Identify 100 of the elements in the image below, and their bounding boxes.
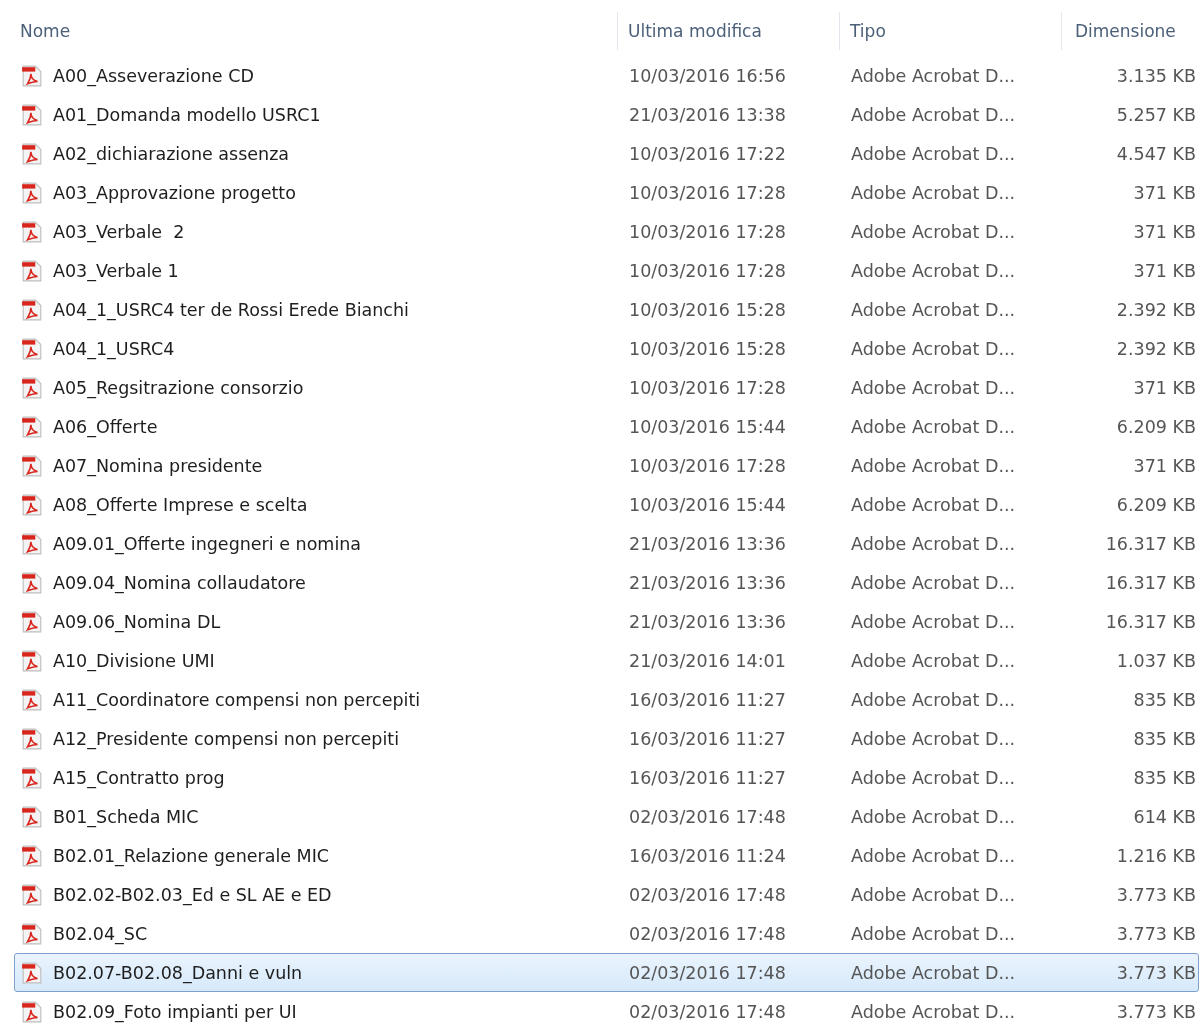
file-size: 371 KB bbox=[1133, 377, 1196, 398]
file-name: B02.04_SC bbox=[53, 923, 148, 944]
file-row[interactable]: A07_Nomina presidente 10/03/2016 17:28 Adobe Acrobat D... 371 KB bbox=[14, 446, 1199, 485]
file-type: Adobe Acrobat D... bbox=[851, 923, 1016, 944]
modified-date: 10/03/2016 17:28 bbox=[629, 260, 786, 281]
file-row[interactable]: A04_1_USRC4 ter de Rossi Erede Bianchi 10/03/2016 15:28 Adobe Acrobat D... 2.392 KB bbox=[14, 290, 1199, 329]
pdf-file-icon bbox=[21, 610, 43, 633]
file-row[interactable]: A10_Divisione UMI 21/03/2016 14:01 Adobe Acrobat D... 1.037 KB bbox=[14, 641, 1199, 680]
modified-date: 10/03/2016 17:28 bbox=[629, 221, 786, 242]
file-size: 2.392 KB bbox=[1116, 338, 1196, 359]
file-size: 6.209 KB bbox=[1116, 416, 1196, 437]
file-row[interactable]: A11_Coordinatore compensi non percepiti 16/03/2016 11:27 Adobe Acrobat D... 835 KB bbox=[14, 680, 1199, 719]
file-row[interactable]: B02.01_Relazione generale MIC 16/03/2016 11:24 Adobe Acrobat D... 1.216 KB bbox=[14, 836, 1199, 875]
file-size: 3.773 KB bbox=[1116, 1001, 1196, 1022]
pdf-file-icon bbox=[21, 727, 43, 750]
file-row[interactable]: A01_Domanda modello USRC1 21/03/2016 13:38 Adobe Acrobat D... 5.257 KB bbox=[14, 95, 1199, 134]
file-name: A09.01_Offerte ingegneri e nomina bbox=[53, 533, 362, 554]
file-row[interactable]: A00_Asseverazione CD 10/03/2016 16:56 Adobe Acrobat D... 3.135 KB bbox=[14, 56, 1199, 95]
file-row[interactable]: A06_Offerte 10/03/2016 15:44 Adobe Acrobat D... 6.209 KB bbox=[14, 407, 1199, 446]
modified-date: 10/03/2016 15:28 bbox=[629, 338, 786, 359]
pdf-file-icon bbox=[21, 844, 43, 867]
modified-date: 02/03/2016 17:48 bbox=[629, 806, 786, 827]
modified-date: 10/03/2016 15:44 bbox=[629, 494, 786, 515]
file-row[interactable]: A05_Regsitrazione consorzio 10/03/2016 17:28 Adobe Acrobat D... 371 KB bbox=[14, 368, 1199, 407]
file-name: A05_Regsitrazione consorzio bbox=[53, 377, 304, 398]
file-type: Adobe Acrobat D... bbox=[851, 767, 1016, 788]
pdf-file-icon bbox=[21, 298, 43, 321]
file-size: 614 KB bbox=[1133, 806, 1196, 827]
modified-date: 10/03/2016 17:22 bbox=[629, 143, 786, 164]
modified-date: 10/03/2016 17:28 bbox=[629, 377, 786, 398]
file-type: Adobe Acrobat D... bbox=[851, 182, 1016, 203]
modified-date: 02/03/2016 17:48 bbox=[629, 962, 786, 983]
pdf-file-icon bbox=[21, 571, 43, 594]
file-name: A12_Presidente compensi non percepiti bbox=[53, 728, 400, 749]
file-row[interactable]: B02.09_Foto impianti per UI 02/03/2016 17:48 Adobe Acrobat D... 3.773 KB bbox=[14, 992, 1199, 1031]
file-row[interactable]: A03_Verbale 2 10/03/2016 17:28 Adobe Acrobat D... 371 KB bbox=[14, 212, 1199, 251]
column-header[interactable]: Ultima modifica bbox=[628, 21, 762, 41]
file-name: A11_Coordinatore compensi non percepiti bbox=[53, 689, 421, 710]
file-name: A00_Asseverazione CD bbox=[53, 65, 254, 86]
file-size: 5.257 KB bbox=[1116, 104, 1196, 125]
file-row[interactable]: B02.04_SC 02/03/2016 17:48 Adobe Acrobat D... 3.773 KB bbox=[14, 914, 1199, 953]
pdf-file-icon bbox=[21, 64, 43, 87]
pdf-file-icon bbox=[21, 1000, 43, 1023]
file-row[interactable]: A03_Verbale 1 10/03/2016 17:28 Adobe Acrobat D... 371 KB bbox=[14, 251, 1199, 290]
file-name: B02.01_Relazione generale MIC bbox=[53, 845, 330, 866]
column-header[interactable]: Dimensione bbox=[1075, 21, 1176, 41]
column-header[interactable]: Nome bbox=[20, 21, 71, 41]
pdf-file-icon bbox=[21, 922, 43, 945]
file-row[interactable]: A09.01_Offerte ingegneri e nomina 21/03/2016 13:36 Adobe Acrobat D... 16.317 KB bbox=[14, 524, 1199, 563]
file-name: A10_Divisione UMI bbox=[53, 650, 215, 671]
file-type: Adobe Acrobat D... bbox=[851, 572, 1016, 593]
modified-date: 21/03/2016 13:36 bbox=[629, 533, 786, 554]
file-name: B02.02-B02.03_Ed e SL AE e ED bbox=[53, 884, 332, 905]
file-name: A03_Approvazione progetto bbox=[53, 182, 296, 203]
file-size: 835 KB bbox=[1133, 767, 1196, 788]
file-type: Adobe Acrobat D... bbox=[851, 611, 1016, 632]
file-row[interactable]: A08_Offerte Imprese e scelta 10/03/2016 15:44 Adobe Acrobat D... 6.209 KB bbox=[14, 485, 1199, 524]
file-type: Adobe Acrobat D... bbox=[851, 533, 1016, 554]
file-row[interactable]: A12_Presidente compensi non percepiti 16/03/2016 11:27 Adobe Acrobat D... 835 KB bbox=[14, 719, 1199, 758]
file-row[interactable]: B01_Scheda MIC 02/03/2016 17:48 Adobe Acrobat D... 614 KB bbox=[14, 797, 1199, 836]
modified-date: 10/03/2016 15:28 bbox=[629, 299, 786, 320]
file-row[interactable]: A03_Approvazione progetto 10/03/2016 17:28 Adobe Acrobat D... 371 KB bbox=[14, 173, 1199, 212]
file-size: 2.392 KB bbox=[1116, 299, 1196, 320]
file-name: A03_Verbale 1 bbox=[53, 260, 179, 281]
column-header[interactable]: Tipo bbox=[850, 21, 886, 41]
file-size: 16.317 KB bbox=[1105, 611, 1196, 632]
pdf-file-icon bbox=[21, 766, 43, 789]
file-size: 1.037 KB bbox=[1116, 650, 1196, 671]
pdf-file-icon bbox=[21, 961, 43, 984]
file-row[interactable]: A02_dichiarazione assenza 10/03/2016 17:22 Adobe Acrobat D... 4.547 KB bbox=[14, 134, 1199, 173]
modified-date: 16/03/2016 11:27 bbox=[629, 767, 786, 788]
file-name: A01_Domanda modello USRC1 bbox=[53, 104, 321, 125]
file-size: 1.216 KB bbox=[1116, 845, 1196, 866]
modified-date: 21/03/2016 13:36 bbox=[629, 611, 786, 632]
file-row[interactable]: B02.02-B02.03_Ed e SL AE e ED 02/03/2016 17:48 Adobe Acrobat D... 3.773 KB bbox=[14, 875, 1199, 914]
file-row[interactable]: A04_1_USRC4 10/03/2016 15:28 Adobe Acrobat D... 2.392 KB bbox=[14, 329, 1199, 368]
file-type: Adobe Acrobat D... bbox=[851, 962, 1016, 983]
file-row[interactable]: A15_Contratto prog 16/03/2016 11:27 Adobe Acrobat D... 835 KB bbox=[14, 758, 1199, 797]
file-type: Adobe Acrobat D... bbox=[851, 104, 1016, 125]
file-row[interactable]: A09.06_Nomina DL 21/03/2016 13:36 Adobe Acrobat D... 16.317 KB bbox=[14, 602, 1199, 641]
file-name: A07_Nomina presidente bbox=[53, 455, 263, 476]
file-type: Adobe Acrobat D... bbox=[851, 221, 1016, 242]
pdf-file-icon bbox=[21, 220, 43, 243]
file-type: Adobe Acrobat D... bbox=[851, 689, 1016, 710]
pdf-file-icon bbox=[21, 493, 43, 516]
selected-file-row[interactable]: B02.07-B02.08_Danni e vuln 02/03/2016 17:48 Adobe Acrobat D... 3.773 KB bbox=[14, 953, 1199, 992]
pdf-file-icon bbox=[21, 688, 43, 711]
file-name: A09.06_Nomina DL bbox=[53, 611, 221, 632]
pdf-file-icon bbox=[21, 649, 43, 672]
pdf-file-icon bbox=[21, 454, 43, 477]
modified-date: 02/03/2016 17:48 bbox=[629, 884, 786, 905]
file-name: A04_1_USRC4 ter de Rossi Erede Bianchi bbox=[53, 299, 409, 320]
file-name: B01_Scheda MIC bbox=[53, 806, 199, 827]
file-size: 4.547 KB bbox=[1116, 143, 1196, 164]
file-row[interactable]: A09.04_Nomina collaudatore 21/03/2016 13:36 Adobe Acrobat D... 16.317 KB bbox=[14, 563, 1199, 602]
pdf-file-icon bbox=[21, 259, 43, 282]
file-size: 3.135 KB bbox=[1116, 65, 1196, 86]
modified-date: 10/03/2016 16:56 bbox=[629, 65, 786, 86]
file-size: 835 KB bbox=[1133, 728, 1196, 749]
file-name: A04_1_USRC4 bbox=[53, 338, 175, 359]
